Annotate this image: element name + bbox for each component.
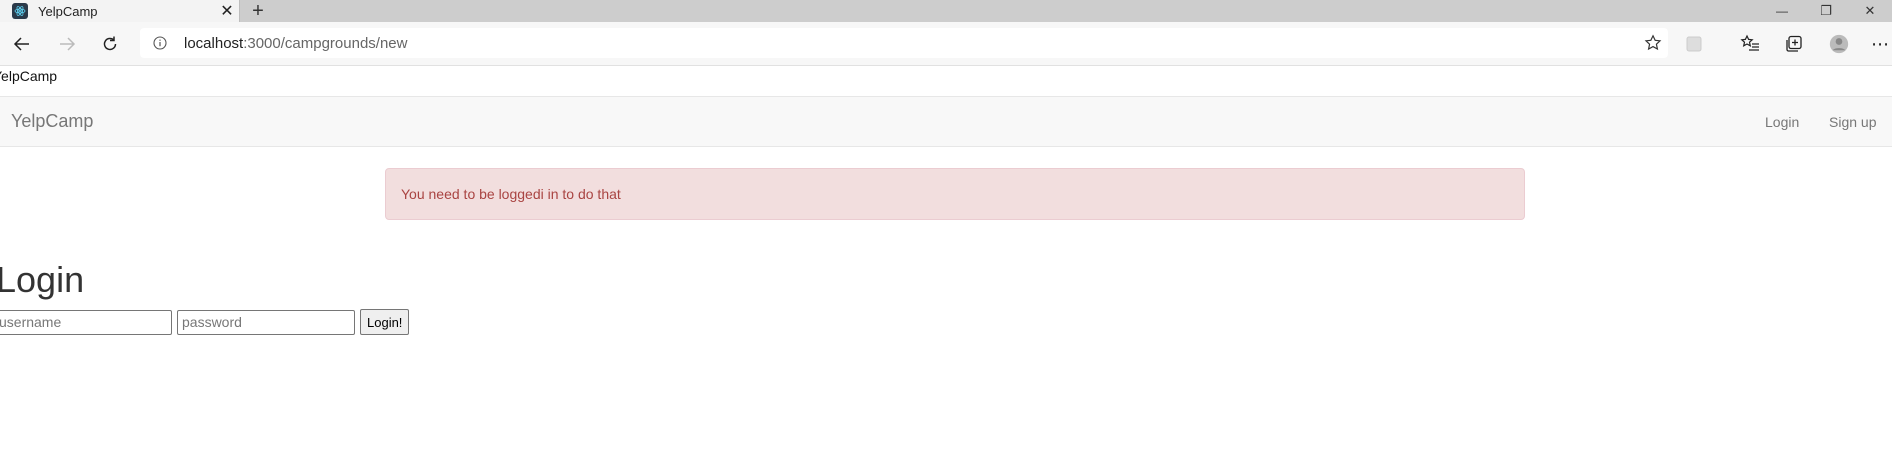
arrow-left-icon [13, 37, 29, 51]
collections-icon[interactable] [1784, 34, 1804, 54]
navbar-brand[interactable]: YelpCamp [11, 111, 93, 132]
url-path: :3000/campgrounds/new [243, 34, 408, 52]
back-button[interactable] [10, 32, 34, 56]
nav-login-link[interactable]: Login [1765, 114, 1799, 130]
extension-icon[interactable] [1684, 34, 1704, 54]
address-bar[interactable]: localhost:3000/campgrounds/new [140, 28, 1668, 58]
arrow-right-icon [60, 37, 76, 51]
login-form: Login! [0, 309, 410, 335]
favorites-list-icon[interactable] [1740, 34, 1760, 54]
close-window-button[interactable]: ✕ [1848, 0, 1892, 22]
close-icon: ✕ [1864, 3, 1876, 18]
nav-signup-link[interactable]: Sign up [1829, 114, 1876, 130]
minimize-icon: — [1776, 4, 1788, 18]
login-heading: Login [0, 259, 85, 300]
password-input[interactable] [177, 309, 355, 335]
browser-toolbar: localhost:3000/campgrounds/new ⋯ [0, 22, 1892, 66]
restore-button[interactable]: ❐ [1804, 0, 1848, 22]
tab-close-icon[interactable]: ✕ [215, 1, 239, 21]
site-navbar: YelpCamp Login Sign up [0, 96, 1892, 147]
address-url[interactable]: localhost:3000/campgrounds/new [184, 35, 407, 52]
ellipsis-glyph: ⋯ [1871, 33, 1889, 54]
favorite-star-icon[interactable] [1644, 34, 1662, 52]
minimize-button[interactable]: — [1760, 0, 1804, 22]
info-icon[interactable] [152, 35, 168, 51]
browser-tab[interactable]: YelpCamp ✕ [0, 0, 240, 22]
reload-icon [103, 36, 117, 51]
more-menu-icon[interactable]: ⋯ [1870, 34, 1890, 54]
tab-title: YelpCamp [38, 3, 98, 19]
new-tab-button[interactable]: + [246, 0, 270, 22]
profile-avatar-icon[interactable] [1829, 34, 1849, 54]
restore-icon: ❐ [1820, 3, 1832, 18]
username-input[interactable] [0, 309, 172, 335]
window-controls: — ❐ ✕ [1760, 0, 1892, 22]
login-submit-button[interactable]: Login! [360, 309, 410, 335]
react-favicon-icon [12, 3, 28, 19]
browser-tabstrip: YelpCamp ✕ + — ❐ ✕ [0, 0, 1892, 22]
url-host: localhost [184, 34, 244, 52]
reload-button[interactable] [98, 32, 122, 56]
plus-icon: + [252, 0, 264, 22]
page-heading-text: YelpCamp [0, 68, 58, 84]
error-alert: You need to be loggedi in to do that [385, 168, 1525, 220]
forward-button[interactable] [55, 32, 79, 56]
